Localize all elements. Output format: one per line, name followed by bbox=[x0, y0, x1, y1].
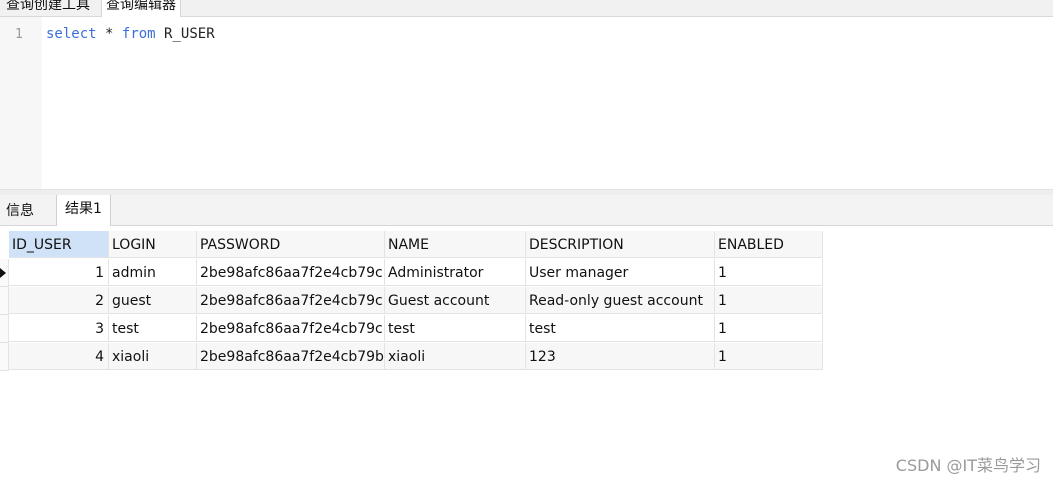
cell-description[interactable]: Read-only guest account bbox=[526, 287, 715, 314]
keyword-select: select bbox=[46, 26, 97, 42]
result-tab-bar: 信息 结果1 bbox=[0, 195, 1053, 226]
tab-info[interactable]: 信息 bbox=[0, 195, 40, 225]
cell-name[interactable]: xiaoli bbox=[385, 343, 526, 370]
cell-description[interactable]: User manager bbox=[526, 259, 715, 286]
select-star: * bbox=[105, 26, 114, 42]
cell-description[interactable]: 123 bbox=[526, 343, 715, 370]
cell-id-user[interactable]: 4 bbox=[9, 343, 109, 370]
tab-query-builder[interactable]: 查询创建工具 bbox=[2, 0, 94, 16]
cell-enabled[interactable]: 1 bbox=[715, 315, 823, 342]
cell-enabled[interactable]: 1 bbox=[715, 259, 823, 286]
top-tab-bar: 查询创建工具 查询编辑器 bbox=[0, 0, 1053, 17]
col-header-password[interactable]: PASSWORD bbox=[197, 231, 385, 258]
row-selector[interactable] bbox=[0, 259, 9, 287]
col-header-id-user[interactable]: ID_USER bbox=[9, 231, 109, 258]
cell-name[interactable]: Administrator bbox=[385, 259, 526, 286]
watermark-text: CSDN @IT菜鸟学习 bbox=[895, 456, 1041, 475]
cell-enabled[interactable]: 1 bbox=[715, 287, 823, 314]
tab-query-editor[interactable]: 查询编辑器 bbox=[101, 0, 181, 17]
sql-editor[interactable]: 1 select * from R_USER bbox=[0, 17, 1053, 189]
cell-password[interactable]: 2be98afc86aa7f2e4cb79c bbox=[197, 287, 385, 314]
cell-name[interactable]: Guest account bbox=[385, 287, 526, 314]
cell-id-user[interactable]: 3 bbox=[9, 315, 109, 342]
cell-password[interactable]: 2be98afc86aa7f2e4cb79c bbox=[197, 259, 385, 286]
current-row-arrow-icon bbox=[0, 268, 6, 278]
tab-result-1[interactable]: 结果1 bbox=[56, 195, 111, 226]
row-selector[interactable] bbox=[0, 315, 9, 343]
col-header-name[interactable]: NAME bbox=[385, 231, 526, 258]
cell-enabled[interactable]: 1 bbox=[715, 343, 823, 370]
row-selector[interactable] bbox=[0, 287, 9, 315]
row-selector[interactable] bbox=[0, 343, 9, 371]
table-name: R_USER bbox=[164, 26, 215, 42]
cell-name[interactable]: test bbox=[385, 315, 526, 342]
keyword-from: from bbox=[121, 26, 156, 42]
col-header-login[interactable]: LOGIN bbox=[109, 231, 197, 258]
cell-login[interactable]: guest bbox=[109, 287, 197, 314]
col-header-description[interactable]: DESCRIPTION bbox=[526, 231, 715, 258]
cell-login[interactable]: admin bbox=[109, 259, 197, 286]
cell-password[interactable]: 2be98afc86aa7f2e4cb79b bbox=[197, 343, 385, 370]
line-gutter: 1 bbox=[0, 17, 42, 189]
cell-description[interactable]: test bbox=[526, 315, 715, 342]
cell-login[interactable]: xiaoli bbox=[109, 343, 197, 370]
cell-login[interactable]: test bbox=[109, 315, 197, 342]
cell-id-user[interactable]: 2 bbox=[9, 287, 109, 314]
line-number: 1 bbox=[15, 27, 23, 42]
cell-password[interactable]: 2be98afc86aa7f2e4cb79c bbox=[197, 315, 385, 342]
cell-id-user[interactable]: 1 bbox=[9, 259, 109, 286]
sql-code[interactable]: select * from R_USER bbox=[46, 26, 215, 42]
col-header-enabled[interactable]: ENABLED bbox=[715, 231, 823, 258]
